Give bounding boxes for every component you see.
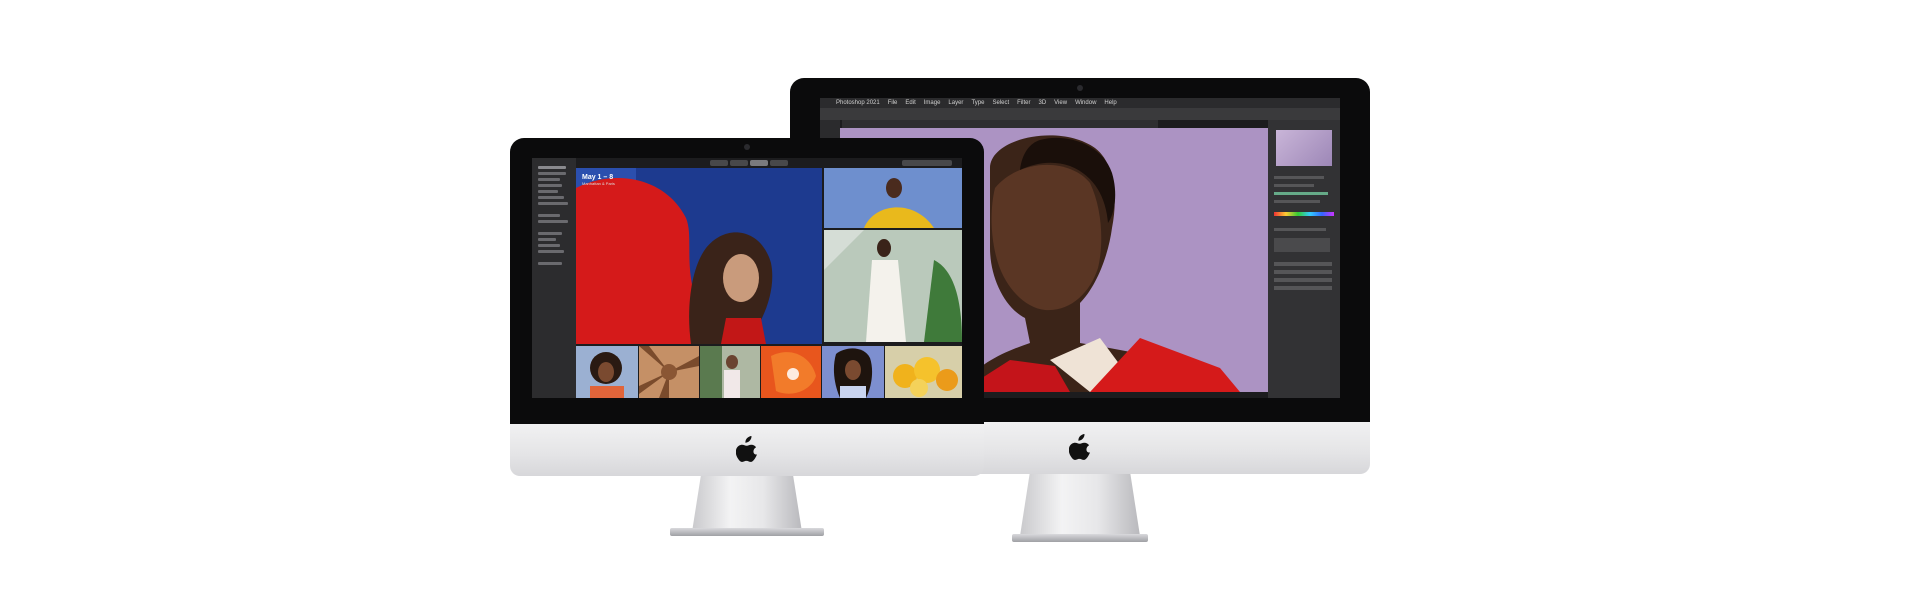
view-tab[interactable]	[770, 160, 788, 166]
photo-thumbnail[interactable]	[824, 168, 962, 228]
sidebar-item[interactable]	[538, 178, 560, 181]
photo-thumbnail[interactable]	[639, 346, 699, 398]
photo-thumbnail[interactable]	[822, 346, 884, 398]
imac-large-stand	[1020, 474, 1140, 536]
hero-photo-image	[576, 168, 822, 344]
navigator-thumbnail[interactable]	[1276, 130, 1332, 166]
menu-item-window[interactable]: Window	[1075, 100, 1096, 106]
panel-row	[1274, 192, 1328, 195]
document-tab[interactable]	[842, 120, 1158, 128]
photos-grid: May 1 – 8 Manhattan & Paris	[576, 168, 962, 398]
thumb-orange-image	[761, 346, 821, 398]
photos-sidebar[interactable]	[532, 158, 576, 398]
photo-thumbnail[interactable]	[700, 346, 760, 398]
view-tab[interactable]	[730, 160, 748, 166]
imac-small-foot	[670, 528, 824, 536]
menu-item-edit[interactable]: Edit	[905, 100, 915, 106]
menu-item-view[interactable]: View	[1054, 100, 1067, 106]
sidebar-item[interactable]	[538, 184, 562, 187]
menubar: Photoshop 2021 File Edit Image Layer Typ…	[820, 98, 1340, 108]
thumb-yellow-dress-image	[824, 168, 962, 228]
thumb-flowers-image	[885, 346, 962, 398]
thumb-white-outfit-image	[824, 230, 962, 342]
imac-small-camera	[744, 144, 750, 150]
menu-item-file[interactable]: File	[888, 100, 898, 106]
sidebar-item[interactable]	[538, 202, 568, 205]
panel-row	[1274, 200, 1320, 203]
menu-item-app[interactable]: Photoshop 2021	[836, 100, 880, 106]
memory-title-text: May 1 – 8	[582, 174, 614, 181]
imac-small: May 1 – 8 Manhattan & Paris	[510, 138, 984, 548]
view-tab[interactable]	[750, 160, 768, 166]
panel-row	[1274, 184, 1314, 187]
apple-logo-icon	[1069, 434, 1090, 460]
panel-row	[1274, 176, 1324, 179]
sidebar-item[interactable]	[538, 166, 566, 169]
photo-thumbnail[interactable]	[824, 230, 962, 342]
apple-logo-icon	[736, 436, 757, 462]
menu-item-help[interactable]: Help	[1104, 100, 1116, 106]
view-tab[interactable]	[710, 160, 728, 166]
sidebar-item[interactable]	[538, 190, 558, 193]
memory-subtitle: Manhattan & Paris	[582, 181, 615, 186]
layer-row[interactable]	[1274, 286, 1332, 290]
panel-row	[1274, 228, 1326, 231]
layer-row[interactable]	[1274, 262, 1332, 266]
color-spectrum[interactable]	[1274, 212, 1334, 216]
sidebar-item[interactable]	[538, 262, 562, 265]
imac-small-stand	[692, 476, 802, 532]
menu-item-type[interactable]: Type	[971, 100, 984, 106]
imac-large-foot	[1012, 534, 1148, 542]
photo-thumbnail[interactable]	[576, 346, 638, 398]
sidebar-item[interactable]	[538, 238, 556, 241]
sidebar-item[interactable]	[538, 196, 564, 199]
menu-item-layer[interactable]: Layer	[948, 100, 963, 106]
photos-screen: May 1 – 8 Manhattan & Paris	[532, 158, 962, 398]
imac-small-bezel: May 1 – 8 Manhattan & Paris	[510, 138, 984, 424]
sidebar-item[interactable]	[538, 172, 566, 175]
sidebar-item[interactable]	[538, 244, 560, 247]
thumb-curly-hair-image	[576, 346, 638, 398]
memory-title: May 1 – 8 Manhattan & Paris	[582, 174, 615, 186]
thumb-blue-portrait-image	[822, 346, 884, 398]
layer-row[interactable]	[1274, 270, 1332, 274]
sidebar-item[interactable]	[538, 232, 562, 235]
sidebar-item[interactable]	[538, 214, 560, 217]
imac-large-camera	[1077, 85, 1083, 91]
options-bar[interactable]	[820, 108, 1340, 120]
thumb-shadow-art-image	[639, 346, 699, 398]
layer-row[interactable]	[1274, 278, 1332, 282]
sidebar-item[interactable]	[538, 220, 568, 223]
histogram	[1274, 238, 1330, 252]
menu-item-filter[interactable]: Filter	[1017, 100, 1030, 106]
photo-thumbnail[interactable]	[885, 346, 962, 398]
menu-item-image[interactable]: Image	[924, 100, 941, 106]
photo-thumbnail[interactable]	[761, 346, 821, 398]
thumb-garden-portrait-image	[700, 346, 760, 398]
menu-item-select[interactable]: Select	[992, 100, 1009, 106]
right-panels[interactable]	[1268, 120, 1340, 398]
hero-photo[interactable]: May 1 – 8 Manhattan & Paris	[576, 168, 822, 344]
sidebar-item[interactable]	[538, 250, 564, 253]
imac-small-chin	[510, 424, 984, 476]
search-field[interactable]	[902, 160, 952, 166]
menu-item-3d[interactable]: 3D	[1038, 100, 1046, 106]
